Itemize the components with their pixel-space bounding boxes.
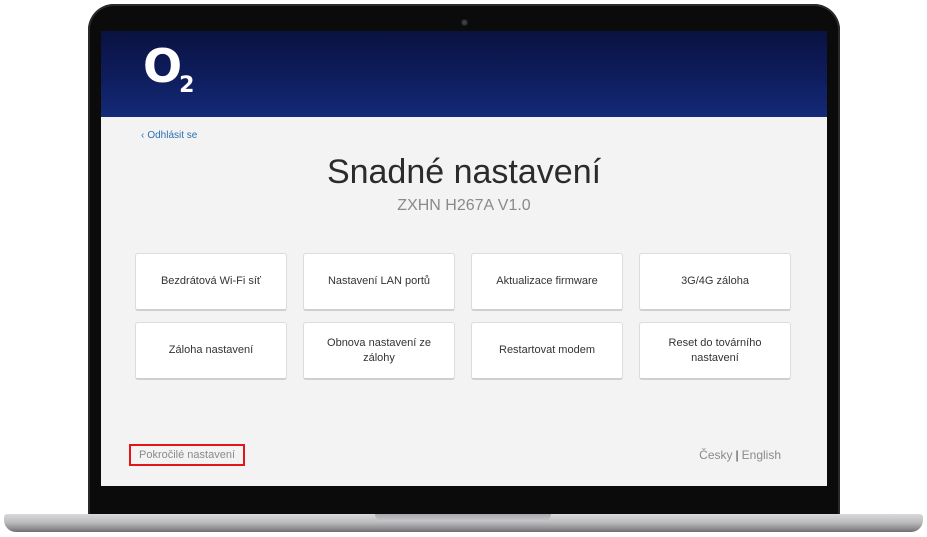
laptop-notch <box>375 514 551 521</box>
webcam <box>461 19 468 26</box>
tile-3g4g-backup[interactable]: 3G/4G záloha <box>639 253 791 311</box>
tile-lan-ports[interactable]: Nastavení LAN portů <box>303 253 455 311</box>
settings-tile-grid: Bezdrátová Wi-Fi síť Nastavení LAN portů… <box>135 253 793 380</box>
tile-factory-reset[interactable]: Reset do továrního nastavení <box>639 322 791 380</box>
tile-wifi[interactable]: Bezdrátová Wi-Fi síť <box>135 253 287 311</box>
language-switcher: Česky | English <box>699 448 781 462</box>
tile-restore-backup[interactable]: Obnova nastavení ze zálohy <box>303 322 455 380</box>
page-title: Snadné nastavení <box>326 153 602 191</box>
main-content: ‹ Odhlásit se Snadné nastavení ZXHN H267A… <box>101 117 827 486</box>
lang-separator: | <box>735 448 739 462</box>
page-header: O2 <box>101 31 827 117</box>
lang-czech[interactable]: Česky <box>699 448 732 462</box>
o2-logo: O2 <box>143 43 196 97</box>
tile-firmware-update[interactable]: Aktualizace firmware <box>471 253 623 311</box>
chevron-left-icon: ‹ <box>141 130 145 141</box>
tile-restart-modem[interactable]: Restartovat modem <box>471 322 623 380</box>
logout-link[interactable]: ‹ Odhlásit se <box>141 130 197 141</box>
lang-english[interactable]: English <box>742 448 781 462</box>
logo-letter: O <box>143 39 182 93</box>
laptop-mockup: O2 ‹ Odhlásit se Snadné nastavení ZXHN H2… <box>0 0 927 537</box>
logout-label: Odhlásit se <box>147 130 198 141</box>
device-model: ZXHN H267A V1.0 <box>397 197 531 214</box>
router-admin-screen: O2 ‹ Odhlásit se Snadné nastavení ZXHN H2… <box>101 31 827 486</box>
tile-settings-backup[interactable]: Záloha nastavení <box>135 322 287 380</box>
logo-subscript: 2 <box>179 73 195 98</box>
advanced-settings-link[interactable]: Pokročilé nastavení <box>129 444 245 466</box>
